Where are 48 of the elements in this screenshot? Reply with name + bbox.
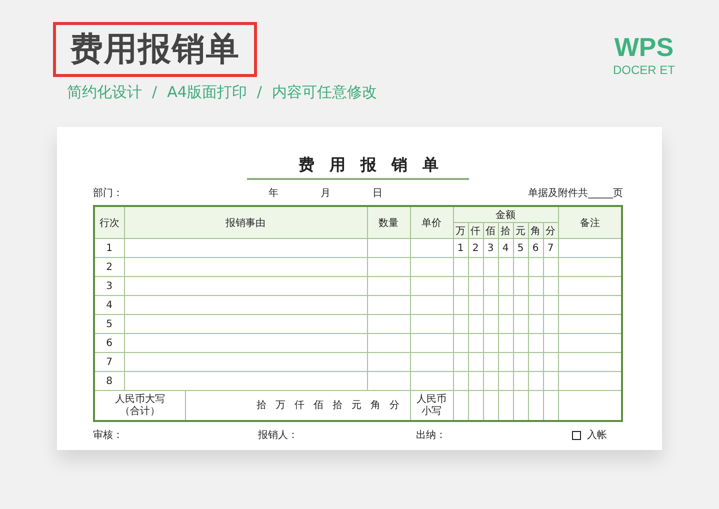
line-number: 8 xyxy=(94,372,124,390)
column-header: 报销事由 xyxy=(124,206,367,238)
line-number: 7 xyxy=(94,352,124,372)
department-label: 部门： xyxy=(93,186,123,200)
column-header: 行次 xyxy=(94,206,124,238)
line-number: 2 xyxy=(94,258,124,276)
separator: / xyxy=(152,83,158,102)
form-title: 费用报销单 xyxy=(247,155,469,180)
digit-cell: 2 xyxy=(468,238,483,258)
line-number: 5 xyxy=(94,314,124,334)
line-number: 6 xyxy=(94,334,124,352)
separator: / xyxy=(256,83,262,102)
column-header: 备注 xyxy=(558,206,622,238)
column-header: 单价 xyxy=(410,206,453,238)
unit-label: 仟 xyxy=(294,400,304,412)
claimant-label: 报销人： xyxy=(258,428,299,442)
posted-label: 入帐 xyxy=(587,428,607,442)
line-number: 4 xyxy=(94,296,124,314)
digit-cell: 3 xyxy=(483,238,498,258)
logo-subtitle: DOCER ET xyxy=(612,63,675,77)
unit-label: 拾 xyxy=(256,400,266,412)
unit-label: 角 xyxy=(370,400,380,412)
cashier-label: 出纳： xyxy=(416,428,447,442)
column-header: 金额 xyxy=(453,206,558,222)
unit-label: 分 xyxy=(390,400,400,412)
page-title: 费用报销单 xyxy=(53,22,257,77)
reviewer-label: 审核： xyxy=(93,428,124,442)
unit-label: 元 xyxy=(352,400,362,412)
digit-cell: 4 xyxy=(498,238,513,258)
digit-cell: 5 xyxy=(513,238,528,258)
date-label: 日 xyxy=(372,187,382,200)
tagline: 简约化设计 xyxy=(67,83,142,102)
posted-checkbox[interactable] xyxy=(572,430,581,440)
tagline: 内容可任意修改 xyxy=(272,83,377,102)
column-header: 数量 xyxy=(367,206,410,238)
line-number: 1 xyxy=(94,238,124,258)
unit-label: 万 xyxy=(276,400,286,412)
unit-label: 拾 xyxy=(332,400,342,412)
date-label: 年 xyxy=(268,187,278,200)
date-label: 月 xyxy=(320,187,330,200)
unit-label: 佰 xyxy=(314,400,324,412)
digit-cell: 6 xyxy=(528,238,543,258)
tagline: A4版面打印 xyxy=(167,83,247,102)
attachments-label: 单据及附件共_____页 xyxy=(528,186,623,200)
line-number: 3 xyxy=(94,276,124,296)
digit-cell: 1 xyxy=(453,238,468,258)
digit-cell: 7 xyxy=(543,238,558,258)
logo-name: WPS xyxy=(614,32,674,63)
